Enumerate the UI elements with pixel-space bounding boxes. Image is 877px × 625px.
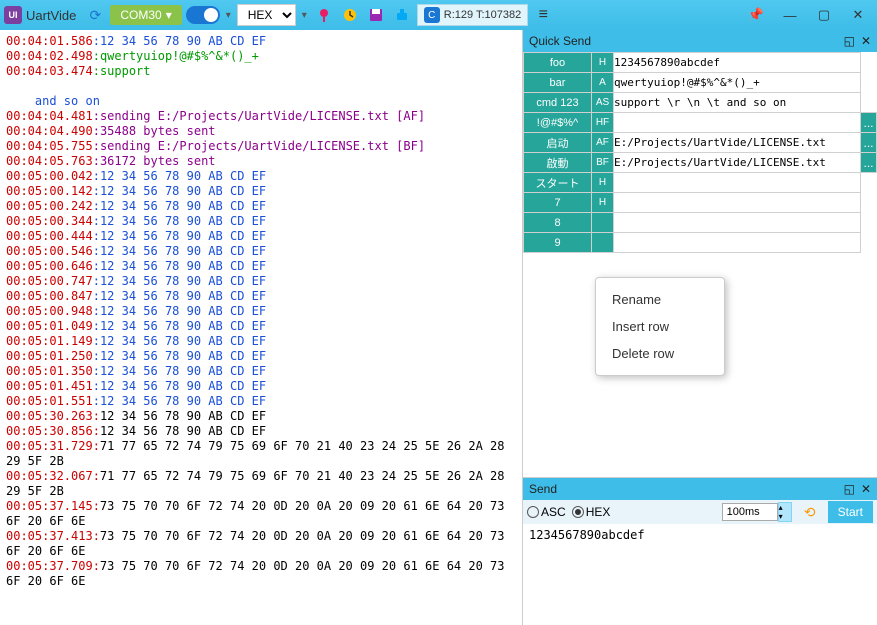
port-options-chevron[interactable]: ▾ (224, 10, 233, 21)
qs-path-button[interactable]: ... (861, 153, 877, 173)
titlebar: UI UartVide ⟳ COM30▾ ▾ HEX ▾ C R:129 T:1… (0, 0, 877, 30)
qs-data-input[interactable] (614, 173, 861, 193)
quick-send-panel: foo H 1234567890abcdef bar A qwertyuiop!… (523, 52, 877, 477)
app-icon: UI (4, 6, 22, 24)
quick-send-row: 7 H (524, 193, 877, 213)
qs-format-button[interactable] (592, 213, 614, 233)
quick-send-row: 9 (524, 233, 877, 253)
qs-data-input[interactable]: E:/Projects/UartVide/LICENSE.txt (614, 153, 861, 173)
qs-label-button[interactable]: foo (524, 53, 592, 73)
qs-label-button[interactable]: 啟動 (524, 153, 592, 173)
send-textarea[interactable] (523, 524, 877, 625)
undock-icon[interactable]: ◱ (844, 482, 855, 496)
qs-format-button[interactable]: A (592, 73, 614, 93)
quick-send-row: !@#$%^ HF ... (524, 113, 877, 133)
context-delete-row[interactable]: Delete row (596, 340, 724, 367)
menu-icon[interactable]: ≡ (532, 4, 554, 26)
qs-path-button[interactable]: ... (861, 113, 877, 133)
qs-label-button[interactable]: 9 (524, 233, 592, 253)
quick-send-row: スタート H (524, 173, 877, 193)
qs-data-input[interactable] (614, 233, 861, 253)
pin-icon[interactable] (313, 4, 335, 26)
view-mode-select[interactable]: HEX (237, 4, 296, 26)
app-title: UartVide (26, 8, 76, 23)
qs-data-input[interactable] (614, 113, 861, 133)
asc-radio[interactable]: ASC (527, 505, 566, 519)
counter-chip[interactable]: C R:129 T:107382 (417, 4, 528, 26)
qs-format-button[interactable]: HF (592, 113, 614, 133)
interval-input[interactable] (722, 503, 778, 521)
loop-icon[interactable]: ⟲ (798, 501, 822, 523)
qs-format-button[interactable] (592, 233, 614, 253)
qs-format-button[interactable]: AS (592, 93, 614, 113)
send-header: Send ◱ ✕ (523, 478, 877, 500)
close-panel-icon[interactable]: ✕ (861, 34, 871, 48)
qs-data-input[interactable]: 1234567890abcdef (614, 53, 861, 73)
minimize-button[interactable]: — (775, 4, 805, 26)
interval-spinner[interactable]: ▴▾ (778, 502, 792, 522)
qs-data-input[interactable] (614, 193, 861, 213)
send-controls: ASC HEX ▴▾ ⟲ Start (523, 500, 877, 524)
qs-label-button[interactable]: !@#$%^ (524, 113, 592, 133)
qs-data-input[interactable]: qwertyuiop!@#$%^&*()_+ (614, 73, 861, 93)
pin-window-icon[interactable]: 📌 (741, 4, 771, 26)
close-button[interactable]: ✕ (843, 4, 873, 26)
context-menu: Rename Insert row Delete row (595, 277, 725, 376)
qs-label-button[interactable]: 启动 (524, 133, 592, 153)
refresh-button[interactable]: ⟳ (84, 4, 106, 26)
timestamp-icon[interactable] (339, 4, 361, 26)
qs-label-button[interactable]: bar (524, 73, 592, 93)
quick-send-row: 8 (524, 213, 877, 233)
qs-format-button[interactable]: H (592, 193, 614, 213)
qs-label-button[interactable]: 7 (524, 193, 592, 213)
quick-send-row: 啟動 BF E:/Projects/UartVide/LICENSE.txt .… (524, 153, 877, 173)
counter-text: R:129 T:107382 (444, 9, 521, 21)
view-options-chevron[interactable]: ▾ (300, 10, 309, 21)
console-output[interactable]: 00:04:01.586:12 34 56 78 90 AB CD EF00:0… (0, 30, 522, 625)
qs-data-input[interactable]: E:/Projects/UartVide/LICENSE.txt (614, 133, 861, 153)
quick-send-header: Quick Send ◱ ✕ (523, 30, 877, 52)
start-button[interactable]: Start (828, 501, 873, 523)
qs-format-button[interactable]: H (592, 53, 614, 73)
port-select[interactable]: COM30▾ (110, 5, 181, 25)
quick-send-row: 启动 AF E:/Projects/UartVide/LICENSE.txt .… (524, 133, 877, 153)
hex-radio[interactable]: HEX (572, 505, 611, 519)
counter-reset-icon[interactable]: C (424, 7, 440, 23)
qs-data-input[interactable]: support \r \n \t and so on (614, 93, 861, 113)
qs-format-button[interactable]: BF (592, 153, 614, 173)
context-rename[interactable]: Rename (596, 286, 724, 313)
close-panel-icon[interactable]: ✕ (861, 482, 871, 496)
connect-toggle[interactable] (186, 6, 220, 24)
qs-path-button[interactable]: ... (861, 133, 877, 153)
qs-label-button[interactable]: スタート (524, 173, 592, 193)
quick-send-row: cmd 123 AS support \r \n \t and so on (524, 93, 877, 113)
maximize-button[interactable]: ▢ (809, 4, 839, 26)
qs-label-button[interactable]: 8 (524, 213, 592, 233)
undock-icon[interactable]: ◱ (844, 34, 855, 48)
qs-label-button[interactable]: cmd 123 (524, 93, 592, 113)
qs-format-button[interactable]: H (592, 173, 614, 193)
context-insert-row[interactable]: Insert row (596, 313, 724, 340)
quick-send-row: foo H 1234567890abcdef (524, 53, 877, 73)
quick-send-row: bar A qwertyuiop!@#$%^&*()_+ (524, 73, 877, 93)
clear-icon[interactable] (391, 4, 413, 26)
qs-format-button[interactable]: AF (592, 133, 614, 153)
qs-data-input[interactable] (614, 213, 861, 233)
save-icon[interactable] (365, 4, 387, 26)
